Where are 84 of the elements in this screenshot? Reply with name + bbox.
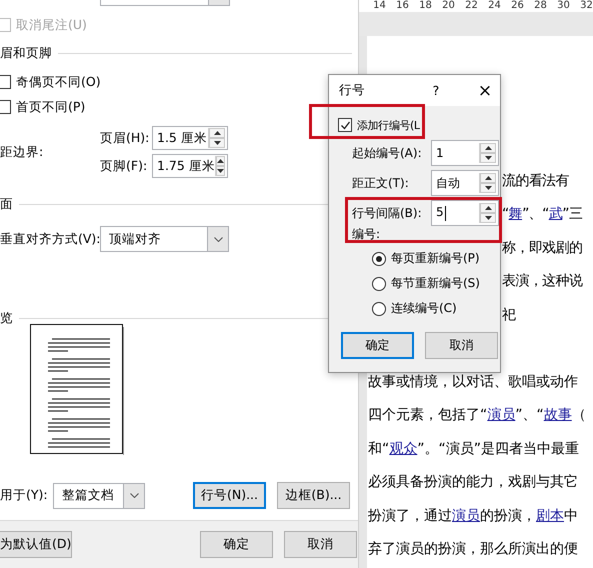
- field-label: 距正文(T):: [352, 174, 410, 192]
- checkbox[interactable]: [338, 118, 352, 132]
- spin-field[interactable]: 5: [431, 200, 499, 226]
- checkbox[interactable]: [0, 75, 11, 89]
- section-heading: 览: [0, 310, 13, 326]
- spin-buttons-icon[interactable]: [214, 156, 225, 176]
- spin-field[interactable]: 自动: [431, 170, 499, 196]
- ruler-number: 28: [533, 0, 548, 12]
- radio-button[interactable]: [372, 252, 386, 266]
- spin-field[interactable]: 1.5 厘米: [152, 126, 228, 150]
- document-text: 称，即戏剧的: [502, 238, 582, 257]
- dialog-button[interactable]: 行号(N)...: [193, 482, 266, 509]
- field-label: 垂直对齐方式(V):: [0, 230, 100, 248]
- spin-field[interactable]: 1: [431, 140, 499, 166]
- spin-buttons-icon[interactable]: [479, 173, 496, 193]
- radio-label: 每节重新编号(S): [391, 275, 480, 292]
- document-text: 祀: [502, 306, 516, 324]
- field-label: 页脚(F):: [100, 158, 148, 174]
- document-text: 四个元素，包括了“: [368, 406, 488, 424]
- document-text: 表演，这种说: [502, 272, 582, 290]
- dropdown[interactable]: 顶端对齐: [100, 226, 229, 252]
- document-link[interactable]: 舞: [508, 205, 522, 224]
- section-heading: 面: [0, 196, 13, 212]
- spin-field[interactable]: 1.75 厘米: [152, 154, 228, 178]
- ruler-number: 24: [487, 0, 502, 12]
- radio-label: 每页重新编号(P): [391, 250, 480, 267]
- checkbox-label: 首页不同(P): [16, 98, 86, 116]
- dialog-button[interactable]: 取消: [284, 531, 357, 558]
- document-link[interactable]: 剧本: [536, 506, 564, 525]
- ruler-number: 22: [464, 0, 479, 12]
- document-link[interactable]: 演员: [452, 506, 480, 525]
- radio-label: 连续编号(C): [391, 300, 457, 317]
- dropdown[interactable]: 整篇文档: [53, 482, 145, 508]
- section-heading: 眉和页脚: [0, 44, 52, 62]
- help-button[interactable]: ?: [424, 83, 448, 98]
- chevron-down-icon: [130, 493, 138, 498]
- document-text: 弃了演员的扮演，那么所演出的便: [368, 540, 578, 558]
- document-link[interactable]: 武: [548, 205, 562, 224]
- document-text: ”三: [562, 205, 582, 224]
- spin-buttons-icon[interactable]: [479, 203, 496, 223]
- document-text: 和“: [368, 440, 390, 458]
- ruler-number: 20: [441, 0, 456, 12]
- dialog-button[interactable]: 确定: [200, 531, 273, 558]
- ruler-number: 16: [395, 0, 410, 12]
- document-text: 的扮演，: [480, 506, 536, 525]
- chevron-down-icon: [214, 236, 222, 242]
- document-link[interactable]: 观众: [389, 440, 418, 458]
- spin-buttons-icon[interactable]: [208, 128, 225, 148]
- field-label: 页眉(H):: [100, 130, 150, 146]
- dialog-button[interactable]: 确定: [341, 332, 414, 359]
- document-text: “: [502, 206, 509, 222]
- document-text: 中: [564, 506, 578, 525]
- checkbox[interactable]: [0, 100, 11, 114]
- ruler-number: 14: [372, 0, 387, 12]
- document-text: ”。“演员”是四者当中最重: [417, 440, 580, 458]
- document-link[interactable]: 故事: [544, 406, 572, 424]
- dialog-title: 行号: [339, 82, 366, 99]
- document-text: （: [572, 406, 586, 424]
- dialog-button[interactable]: 取消: [425, 332, 498, 359]
- radio-button[interactable]: [372, 302, 386, 316]
- ruler-number: 32: [579, 0, 593, 12]
- checkbox-label: 奇偶页不同(O): [16, 74, 101, 90]
- dialog-button[interactable]: 为默认值(D): [0, 531, 72, 558]
- field-label: 距边界:: [0, 144, 44, 160]
- field-label: 用于(Y):: [0, 487, 49, 504]
- spin-buttons-icon[interactable]: [479, 143, 496, 163]
- checkbox-label: 取消尾注(U): [16, 16, 87, 34]
- ruler-number: 26: [510, 0, 525, 12]
- ruler-number: 30: [556, 0, 571, 12]
- dialog-button[interactable]: 边框(B)...: [277, 482, 350, 509]
- field-label: 起始编号(A):: [352, 144, 423, 162]
- close-button[interactable]: ×: [470, 80, 500, 100]
- checkbox-label: 添加行编号(L: [357, 118, 420, 132]
- document-link[interactable]: 演员: [487, 406, 516, 424]
- document-text: 必须具备扮演的能力，戏剧与其它: [368, 473, 578, 492]
- field-label: 行号间隔(B):: [352, 204, 423, 222]
- document-text: 扮演了，通过: [368, 506, 452, 525]
- document-text: 流的看法有: [502, 172, 570, 190]
- field-label: 编号:: [352, 228, 380, 241]
- document-text: ”、“: [515, 406, 544, 424]
- document-text: ”、“: [522, 205, 549, 224]
- document-text: 故事或情境，以对话、歌唱或动作: [368, 372, 578, 391]
- ruler-number: 18: [418, 0, 433, 12]
- radio-button[interactable]: [372, 276, 386, 290]
